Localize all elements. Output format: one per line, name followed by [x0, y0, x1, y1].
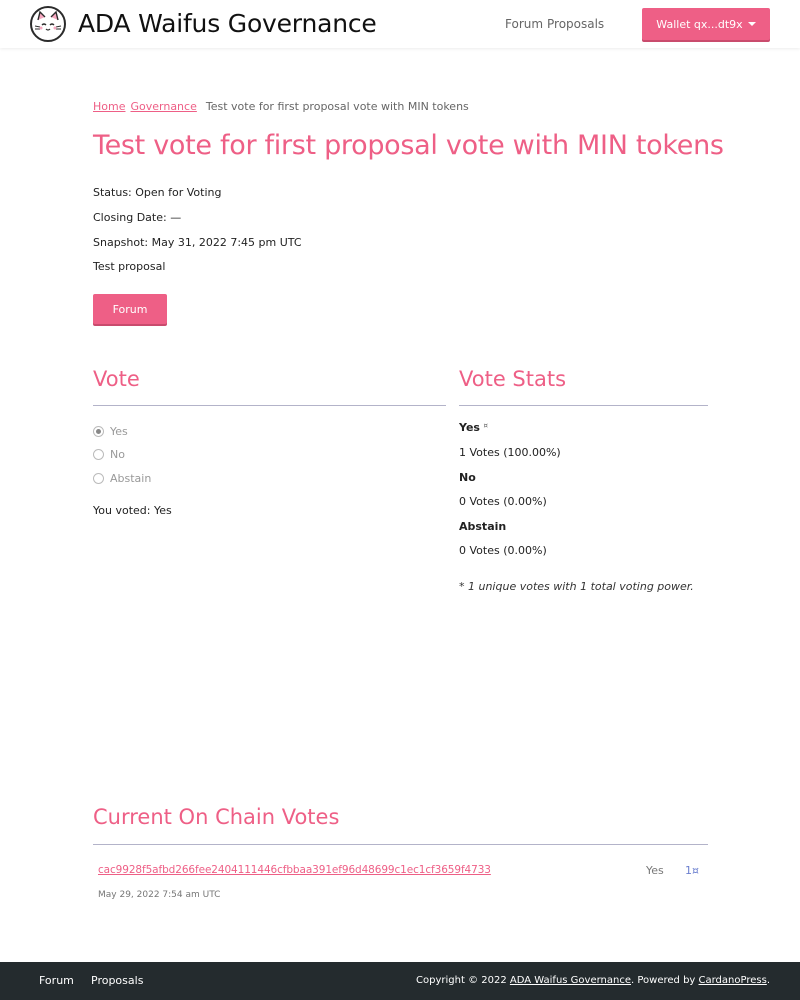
- stat-no-label: No: [459, 471, 476, 484]
- stat-no-votes: 0 Votes (0.00%): [459, 495, 547, 508]
- vote-option-label: No: [110, 448, 125, 461]
- vote-heading: Vote: [93, 367, 140, 391]
- vote-divider: [93, 405, 446, 406]
- vote-option-yes[interactable]: Yes: [93, 425, 128, 438]
- vote-option-no[interactable]: No: [93, 448, 125, 461]
- breadcrumb: Home Governance Test vote for first prop…: [93, 100, 469, 113]
- wallet-button[interactable]: Wallet qx...dt9x: [642, 8, 770, 40]
- copyright-text: Copyright © 2022 ADA Waifus Governance. …: [416, 975, 770, 986]
- radio-no[interactable]: [93, 449, 104, 460]
- forum-button[interactable]: Forum: [93, 294, 167, 324]
- onchain-votes-heading: Current On Chain Votes: [93, 805, 340, 829]
- cat-logo-icon[interactable]: [30, 6, 66, 42]
- cardanopress-link[interactable]: CardanoPress: [699, 975, 767, 986]
- footer-site-link[interactable]: ADA Waifus Governance: [510, 975, 631, 986]
- breadcrumb-current: Test vote for first proposal vote with M…: [205, 100, 469, 113]
- footer-proposals-link[interactable]: Proposals: [91, 974, 143, 987]
- stat-abstain-label: Abstain: [459, 520, 507, 533]
- vote-option-label: Abstain: [110, 472, 152, 485]
- site-footer: Forum Proposals Copyright © 2022 ADA Wai…: [0, 962, 800, 1000]
- stats-footnote: * 1 unique votes with 1 total voting pow…: [459, 580, 694, 593]
- you-voted-text: You voted: Yes: [93, 504, 172, 517]
- wallet-label: Wallet qx...dt9x: [656, 17, 743, 31]
- stat-abstain-votes: 0 Votes (0.00%): [459, 544, 547, 557]
- nav-proposals[interactable]: Proposals: [547, 17, 604, 31]
- site-header: ADA Waifus Governance Forum Proposals Wa…: [0, 0, 800, 48]
- onchain-divider: [93, 844, 708, 845]
- radio-yes[interactable]: [93, 426, 104, 437]
- ada-token-icon: ¤: [483, 422, 488, 430]
- footer-forum-link[interactable]: Forum: [39, 974, 74, 987]
- stat-yes-votes: 1 Votes (100.00%): [459, 446, 561, 459]
- page-title: Test vote for first proposal vote with M…: [93, 130, 724, 161]
- proposal-closing-date: Closing Date: —: [93, 211, 182, 224]
- proposal-status: Status: Open for Voting: [93, 186, 222, 199]
- proposal-description: Test proposal: [93, 260, 166, 273]
- nav-forum[interactable]: Forum: [505, 17, 543, 31]
- radio-abstain[interactable]: [93, 473, 104, 484]
- proposal-snapshot: Snapshot: May 31, 2022 7:45 pm UTC: [93, 236, 302, 249]
- vote-date: May 29, 2022 7:54 am UTC: [98, 890, 221, 900]
- vote-tx-hash-link[interactable]: cac9928f5afbd266fee2404111446cfbbaa391ef…: [98, 864, 491, 876]
- vote-power: 1¤: [685, 864, 699, 877]
- stats-divider: [459, 405, 708, 406]
- vote-option-label: Yes: [110, 425, 128, 438]
- stat-yes-label: Yes ¤: [459, 421, 488, 434]
- breadcrumb-governance[interactable]: Governance: [130, 100, 196, 113]
- vote-stats-heading: Vote Stats: [459, 367, 567, 391]
- caret-down-icon: [747, 22, 756, 26]
- vote-option-abstain[interactable]: Abstain: [93, 472, 151, 485]
- vote-choice: Yes: [646, 864, 664, 877]
- site-title[interactable]: ADA Waifus Governance: [78, 8, 377, 40]
- breadcrumb-home[interactable]: Home: [93, 100, 125, 113]
